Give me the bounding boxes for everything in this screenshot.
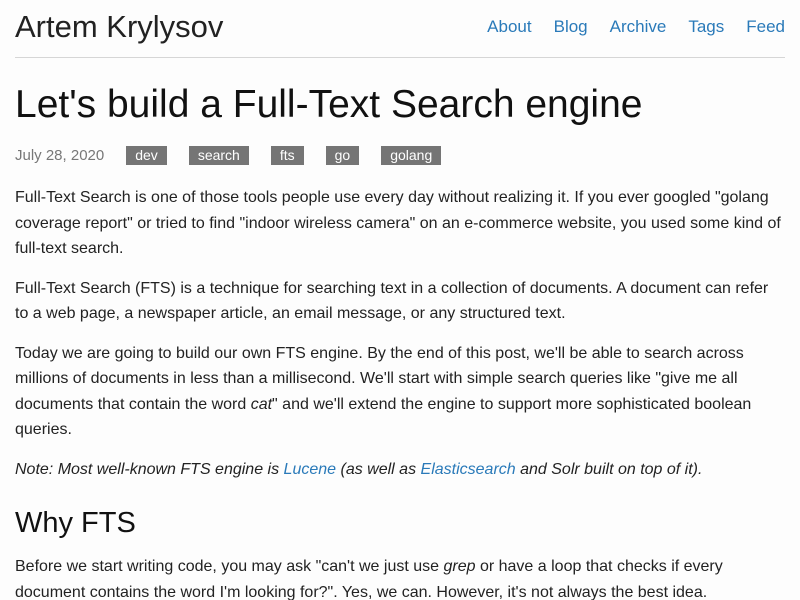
site-header: Artem Krylysov About Blog Archive Tags F… xyxy=(15,0,785,58)
tag-search[interactable]: search xyxy=(188,145,249,165)
nav-link-feed[interactable]: Feed xyxy=(746,17,785,37)
tag-fts[interactable]: fts xyxy=(270,145,304,165)
nav-link-about[interactable]: About xyxy=(487,17,531,37)
link-lucene[interactable]: Lucene xyxy=(284,461,337,478)
emphasis-cat: cat xyxy=(250,395,273,413)
paragraph-why-fts: Before we start writing code, you may as… xyxy=(15,554,785,600)
post-title: Let's build a Full-Text Search engine xyxy=(15,83,643,126)
site-title-link[interactable]: Artem Krylysov xyxy=(15,9,223,45)
tag-golang[interactable]: golang xyxy=(381,145,442,165)
tag-go[interactable]: go xyxy=(325,145,360,165)
post-date: July 28, 2020 xyxy=(15,146,105,164)
post-content: Full-Text Search is one of those tools p… xyxy=(15,185,785,600)
post-meta: July 28, 2020 dev search fts go golang xyxy=(15,145,463,165)
page: Artem Krylysov About Blog Archive Tags F… xyxy=(15,0,785,600)
paragraph-goal: Today we are going to build our own FTS … xyxy=(15,341,785,443)
link-elasticsearch[interactable]: Elasticsearch xyxy=(421,461,516,478)
tag-dev[interactable]: dev xyxy=(126,145,167,165)
paragraph-note: Note: Most well-known FTS engine is Luce… xyxy=(15,457,785,483)
nav-link-tags[interactable]: Tags xyxy=(688,17,724,37)
paragraph-intro: Full-Text Search is one of those tools p… xyxy=(15,189,781,257)
paragraph-why-text-a: Before we start writing code, you may as… xyxy=(15,558,444,575)
note-text-a: Note: Most well-known FTS engine is xyxy=(15,460,284,478)
emphasis-grep: grep xyxy=(443,558,476,575)
site-nav: About Blog Archive Tags Feed xyxy=(465,17,785,37)
note-text-c: and Solr built on top of it). xyxy=(515,460,703,478)
section-heading-why-fts: Why FTS xyxy=(15,507,136,539)
nav-link-blog[interactable]: Blog xyxy=(554,17,588,37)
paragraph-definition: Full-Text Search (FTS) is a technique fo… xyxy=(15,279,769,323)
note-text-b: (as well as xyxy=(336,460,421,478)
nav-link-archive[interactable]: Archive xyxy=(610,17,667,37)
